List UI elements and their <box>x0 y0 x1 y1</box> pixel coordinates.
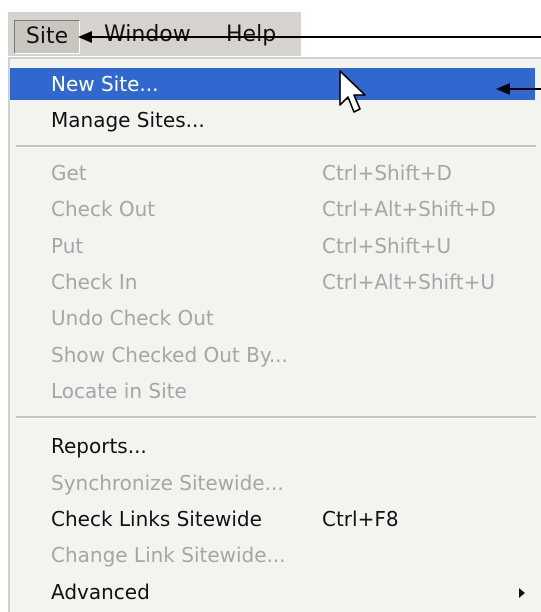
menu-window[interactable]: Window <box>104 20 191 50</box>
menu-item-undo-check-out[interactable]: Undo Check Out <box>10 302 535 334</box>
menu-item-reports[interactable]: Reports... <box>10 430 535 462</box>
triangle-right-icon <box>519 588 525 598</box>
menu-item-advanced[interactable]: Advanced <box>10 576 535 608</box>
menu-item-show-checked-out-by[interactable]: Show Checked Out By... <box>10 339 535 371</box>
menu-separator <box>16 145 536 148</box>
menu-item-label: Put <box>51 234 84 258</box>
menu-separator <box>16 416 536 419</box>
menu-item-shortcut: Ctrl+Shift+U <box>322 234 452 258</box>
menu-bar: Site Window Help <box>8 12 301 56</box>
menu-item-label: Check In <box>51 270 138 294</box>
menu-item-get[interactable]: Get Ctrl+Shift+D <box>10 157 535 189</box>
menu-item-shortcut: Ctrl+Shift+D <box>322 161 452 185</box>
menu-item-put[interactable]: Put Ctrl+Shift+U <box>10 230 535 262</box>
menu-item-label: Manage Sites... <box>51 108 205 132</box>
menu-item-shortcut: Ctrl+Alt+Shift+U <box>322 270 496 294</box>
menu-item-manage-sites[interactable]: Manage Sites... <box>10 104 535 136</box>
menu-item-label: Check Out <box>51 197 156 221</box>
menu-item-label: Reports... <box>51 434 147 458</box>
menu-item-label: Check Links Sitewide <box>51 507 262 531</box>
menu-item-shortcut: Ctrl+Alt+Shift+D <box>322 197 496 221</box>
menu-item-label: Undo Check Out <box>51 306 214 330</box>
menu-item-label: Advanced <box>51 580 150 604</box>
menu-item-check-out[interactable]: Check Out Ctrl+Alt+Shift+D <box>10 193 535 225</box>
site-dropdown-menu: New Site... Manage Sites... Get Ctrl+Shi… <box>8 57 541 612</box>
menu-item-label: Show Checked Out By... <box>51 343 288 367</box>
menu-site[interactable]: Site <box>14 20 80 54</box>
menu-help[interactable]: Help <box>226 20 276 50</box>
menu-item-label: Locate in Site <box>51 379 187 403</box>
menu-item-label: Get <box>51 161 87 185</box>
menu-item-check-links-sitewide[interactable]: Check Links Sitewide Ctrl+F8 <box>10 503 535 535</box>
menu-item-change-link-sitewide[interactable]: Change Link Sitewide... <box>10 539 535 571</box>
menu-item-check-in[interactable]: Check In Ctrl+Alt+Shift+U <box>10 266 535 298</box>
menu-item-label: Change Link Sitewide... <box>51 543 286 567</box>
menu-item-new-site[interactable]: New Site... <box>10 68 535 100</box>
menu-item-shortcut: Ctrl+F8 <box>322 507 399 531</box>
menu-item-label: Synchronize Sitewide... <box>51 471 284 495</box>
menu-item-label: New Site... <box>51 72 159 96</box>
menu-item-synchronize-sitewide[interactable]: Synchronize Sitewide... <box>10 467 535 499</box>
menu-item-locate-in-site[interactable]: Locate in Site <box>10 375 535 407</box>
